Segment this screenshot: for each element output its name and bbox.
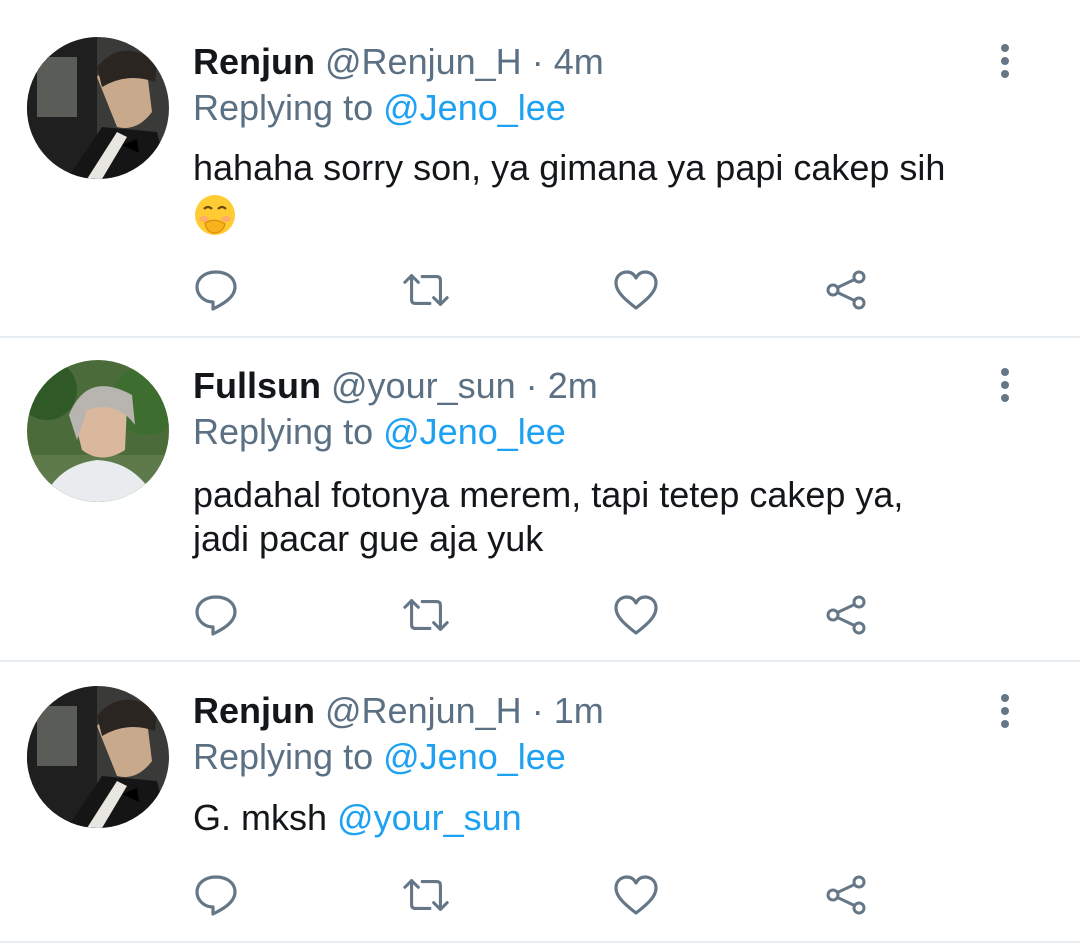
tweet-header: Fullsun @your_sun · 2m (193, 364, 598, 408)
timestamp[interactable]: 1m (554, 690, 604, 731)
display-name[interactable]: Fullsun (193, 365, 321, 406)
tweet-text-line: jadi pacar gue aja yuk (193, 518, 544, 559)
tweet[interactable]: Fullsun @your_sun · 2m Replying to @Jeno… (0, 338, 1080, 662)
replying-prefix: Replying to (193, 87, 374, 128)
timestamp[interactable]: 2m (548, 365, 598, 406)
tweet[interactable]: Renjun @Renjun_H · 1m Replying to @Jeno_… (0, 662, 1080, 945)
more-options-icon[interactable] (990, 42, 1020, 82)
tweet-header: Renjun @Renjun_H · 1m (193, 689, 604, 733)
like-icon[interactable] (611, 265, 661, 315)
reply-mention[interactable]: @Jeno_lee (383, 411, 566, 452)
avatar[interactable] (27, 360, 169, 502)
replying-prefix: Replying to (193, 411, 374, 452)
replying-to: Replying to @Jeno_lee (193, 86, 566, 130)
user-handle[interactable]: @Renjun_H (325, 41, 522, 82)
tweet-text-line: G. mksh (193, 797, 328, 838)
retweet-icon[interactable] (401, 590, 451, 640)
hand-over-mouth-emoji (193, 193, 237, 237)
retweet-icon[interactable] (401, 265, 451, 315)
reply-mention[interactable]: @Jeno_lee (383, 736, 566, 777)
user-handle[interactable]: @Renjun_H (325, 690, 522, 731)
avatar[interactable] (27, 37, 169, 179)
tweet[interactable]: Renjun @Renjun_H · 4m Replying to @Jeno_… (0, 0, 1080, 338)
tweet-text: G. mksh @your_sun (193, 796, 1013, 840)
like-icon[interactable] (611, 870, 661, 920)
tweet-text: padahal fotonya merem, tapi tetep cakep … (193, 473, 1013, 561)
replying-to: Replying to @Jeno_lee (193, 735, 566, 779)
reply-icon[interactable] (191, 590, 241, 640)
timestamp[interactable]: 4m (554, 41, 604, 82)
tweet-text-line: hahaha sorry son, ya gimana ya papi cake… (193, 147, 946, 188)
display-name[interactable]: Renjun (193, 690, 315, 731)
tweet-text-line: padahal fotonya merem, tapi tetep cakep … (193, 474, 904, 515)
share-icon[interactable] (821, 590, 871, 640)
divider (0, 941, 1080, 943)
more-options-icon[interactable] (990, 692, 1020, 732)
replying-prefix: Replying to (193, 736, 374, 777)
more-options-icon[interactable] (990, 366, 1020, 406)
tweet-header: Renjun @Renjun_H · 4m (193, 40, 604, 84)
reply-mention[interactable]: @Jeno_lee (383, 87, 566, 128)
avatar[interactable] (27, 686, 169, 828)
tweet-text: hahaha sorry son, ya gimana ya papi cake… (193, 146, 1013, 237)
share-icon[interactable] (821, 265, 871, 315)
user-handle[interactable]: @your_sun (331, 365, 516, 406)
retweet-icon[interactable] (401, 870, 451, 920)
reply-icon[interactable] (191, 870, 241, 920)
share-icon[interactable] (821, 870, 871, 920)
separator: · (531, 41, 544, 82)
text-mention[interactable]: @your_sun (337, 797, 522, 838)
separator: · (525, 365, 538, 406)
reply-icon[interactable] (191, 265, 241, 315)
display-name[interactable]: Renjun (193, 41, 315, 82)
separator: · (531, 690, 544, 731)
replying-to: Replying to @Jeno_lee (193, 410, 566, 454)
like-icon[interactable] (611, 590, 661, 640)
